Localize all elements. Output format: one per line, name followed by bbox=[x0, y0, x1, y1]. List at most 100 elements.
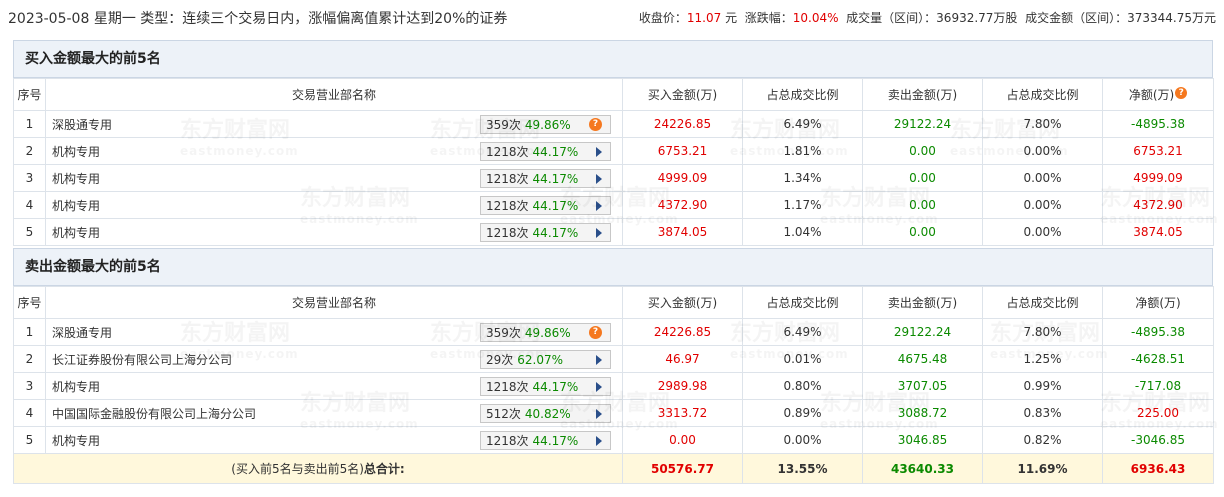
sell-amount: 0.00 bbox=[862, 191, 983, 219]
col-buy: 买入金额(万) bbox=[622, 78, 743, 111]
amount-label: 成交金额（区间）： bbox=[1025, 11, 1128, 25]
total-buy-ratio: 13.55% bbox=[742, 453, 863, 484]
buy-ratio: 1.34% bbox=[742, 164, 863, 192]
buy-amount: 3313.72 bbox=[622, 399, 743, 427]
triangle-right-icon[interactable] bbox=[596, 409, 602, 419]
col-net: 净额(万) bbox=[1102, 286, 1214, 319]
buy-amount: 24226.85 bbox=[622, 318, 743, 346]
branch-name[interactable]: 深股通专用 bbox=[52, 326, 112, 340]
branch-stats-pill[interactable]: 1218次 44.17% bbox=[480, 377, 611, 396]
branch-name[interactable]: 机构专用 bbox=[52, 434, 100, 448]
branch-name[interactable]: 机构专用 bbox=[52, 226, 100, 240]
buy-amount: 2989.98 bbox=[622, 372, 743, 400]
branch-name[interactable]: 机构专用 bbox=[52, 172, 100, 186]
branch-count: 1218次 bbox=[486, 380, 529, 394]
sell-amount: 0.00 bbox=[862, 164, 983, 192]
branch-name[interactable]: 机构专用 bbox=[52, 380, 100, 394]
buy-amount: 46.97 bbox=[622, 345, 743, 373]
branch-stats-pill[interactable]: 512次 40.82% bbox=[480, 404, 611, 423]
branch-rate: 49.86% bbox=[524, 117, 571, 132]
branch-name-cell: 长江证券股份有限公司上海分公司 29次 62.07% bbox=[45, 345, 623, 373]
row-seq: 2 bbox=[13, 137, 46, 165]
net-amount: -4895.38 bbox=[1102, 110, 1214, 138]
table-row: 3 机构专用 1218次 44.17% 2989.98 0.80% 3707.05 0.99%… bbox=[13, 372, 1214, 400]
trade-date: 2023-05-08 bbox=[8, 11, 90, 27]
question-mark-icon[interactable]: ? bbox=[589, 118, 602, 131]
branch-count: 512次 bbox=[486, 407, 521, 421]
triangle-right-icon[interactable] bbox=[596, 201, 602, 211]
net-help-icon[interactable]: ? bbox=[1175, 87, 1188, 99]
sell-amount: 0.00 bbox=[862, 218, 983, 246]
table-row: 5 机构专用 1218次 44.17% 3874.05 1.04% 0.00 0.00% 387… bbox=[13, 218, 1214, 246]
row-seq: 2 bbox=[13, 345, 46, 373]
triangle-right-icon[interactable] bbox=[596, 228, 602, 238]
branch-stats-pill[interactable]: 1218次 44.17% bbox=[480, 223, 611, 242]
question-mark-icon[interactable]: ? bbox=[589, 326, 602, 339]
total-label-bold: 总合计: bbox=[363, 462, 405, 476]
table-header-row: 序号 交易营业部名称 买入金额(万) 占总成交比例 卖出金额(万) 占总成交比例… bbox=[13, 286, 1214, 319]
sell-ratio: 0.83% bbox=[982, 399, 1103, 427]
branch-name[interactable]: 深股通专用 bbox=[52, 118, 112, 132]
branch-rate: 44.17% bbox=[532, 144, 579, 159]
triangle-right-icon[interactable] bbox=[596, 382, 602, 392]
net-amount: 225.00 bbox=[1102, 399, 1214, 427]
branch-rate: 44.17% bbox=[532, 433, 579, 448]
buy-amount: 3874.05 bbox=[622, 218, 743, 246]
total-sell-ratio: 11.69% bbox=[982, 453, 1103, 484]
branch-name-cell: 中国国际金融股份有限公司上海分公司 512次 40.82% bbox=[45, 399, 623, 427]
buy-ratio: 1.17% bbox=[742, 191, 863, 219]
branch-count: 1218次 bbox=[486, 199, 529, 213]
branch-count: 1218次 bbox=[486, 434, 529, 448]
sell-amount: 3088.72 bbox=[862, 399, 983, 427]
buy-amount: 6753.21 bbox=[622, 137, 743, 165]
branch-name[interactable]: 机构专用 bbox=[52, 145, 100, 159]
branch-count: 29次 bbox=[486, 353, 514, 367]
net-amount: -3046.85 bbox=[1102, 426, 1214, 454]
row-seq: 1 bbox=[13, 110, 46, 138]
sell-ratio: 1.25% bbox=[982, 345, 1103, 373]
branch-rate: 44.17% bbox=[532, 171, 579, 186]
branch-name-cell: 机构专用 1218次 44.17% bbox=[45, 164, 623, 192]
col-sell-ratio: 占总成交比例 bbox=[982, 78, 1103, 111]
branch-count: 1218次 bbox=[486, 226, 529, 240]
branch-stats-pill[interactable]: 29次 62.07% bbox=[480, 350, 611, 369]
sell-amount: 29122.24 bbox=[862, 318, 983, 346]
col-sell: 卖出金额(万) bbox=[862, 286, 983, 319]
sell-amount: 29122.24 bbox=[862, 110, 983, 138]
sell-top5-section: 卖出金额最大的前5名 序号 交易营业部名称 买入金额(万) 占总成交比例 卖出金… bbox=[13, 248, 1214, 484]
row-seq: 5 bbox=[13, 426, 46, 454]
branch-stats-pill[interactable]: 359次 49.86%? bbox=[480, 323, 611, 342]
row-seq: 5 bbox=[13, 218, 46, 246]
branch-rate: 62.07% bbox=[517, 352, 564, 367]
sell-ratio: 0.00% bbox=[982, 164, 1103, 192]
buy-ratio: 0.00% bbox=[742, 426, 863, 454]
net-amount: 4372.90 bbox=[1102, 191, 1214, 219]
triangle-right-icon[interactable] bbox=[596, 147, 602, 157]
branch-stats-pill[interactable]: 1218次 44.17% bbox=[480, 431, 611, 450]
branch-rate: 44.17% bbox=[532, 379, 579, 394]
branch-name-cell: 机构专用 1218次 44.17% bbox=[45, 137, 623, 165]
branch-stats-pill[interactable]: 359次 49.86%? bbox=[480, 115, 611, 134]
branch-name[interactable]: 中国国际金融股份有限公司上海分公司 bbox=[52, 407, 256, 421]
table-row: 4 机构专用 1218次 44.17% 4372.90 1.17% 0.00 0.00% 437… bbox=[13, 191, 1214, 219]
branch-name[interactable]: 长江证券股份有限公司上海分公司 bbox=[52, 353, 232, 367]
weekday: 星期一 bbox=[93, 11, 136, 27]
branch-stats-pill[interactable]: 1218次 44.17% bbox=[480, 142, 611, 161]
branch-name[interactable]: 机构专用 bbox=[52, 199, 100, 213]
buy-amount: 24226.85 bbox=[622, 110, 743, 138]
sell-ratio: 0.00% bbox=[982, 137, 1103, 165]
volume-label: 成交量（区间）： bbox=[846, 11, 937, 25]
branch-rate: 44.17% bbox=[532, 198, 579, 213]
buy-amount: 4372.90 bbox=[622, 191, 743, 219]
triangle-right-icon[interactable] bbox=[596, 174, 602, 184]
branch-rate: 40.82% bbox=[524, 406, 571, 421]
close-label: 收盘价： bbox=[638, 11, 687, 25]
branch-stats-pill[interactable]: 1218次 44.17% bbox=[480, 169, 611, 188]
branch-rate: 44.17% bbox=[532, 225, 579, 240]
triangle-right-icon[interactable] bbox=[596, 355, 602, 365]
row-seq: 3 bbox=[13, 164, 46, 192]
triangle-right-icon[interactable] bbox=[596, 436, 602, 446]
table-row: 3 机构专用 1218次 44.17% 4999.09 1.34% 0.00 0.00% 499… bbox=[13, 164, 1214, 192]
net-amount: -4895.38 bbox=[1102, 318, 1214, 346]
branch-stats-pill[interactable]: 1218次 44.17% bbox=[480, 196, 611, 215]
